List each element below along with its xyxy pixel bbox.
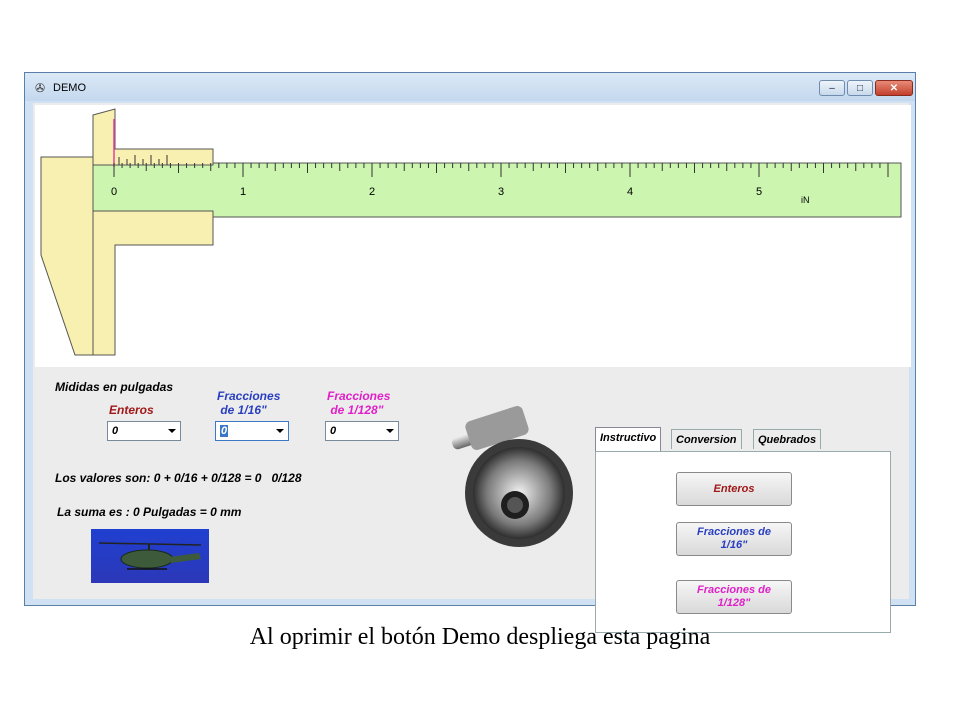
close-button[interactable]: ✕: [875, 80, 913, 96]
demo-window: ✇ DEMO – □ ✕ 0 1 2 3 4 5 iN Mididas en p…: [24, 72, 916, 633]
caliper-drawing: 0 1 2 3 4 5 iN: [40, 108, 902, 356]
chevron-down-icon: [168, 429, 176, 433]
helicopter-image: [91, 529, 209, 583]
tab-instructivo[interactable]: Instructivo: [595, 427, 662, 451]
caliper-beam: [90, 162, 902, 218]
fracciones16-button[interactable]: Fracciones de 1/16": [676, 522, 792, 556]
caliper-lower-jaw: [92, 210, 214, 356]
fracciones16-select[interactable]: 0: [215, 421, 289, 441]
maximize-button[interactable]: □: [847, 80, 873, 96]
minimize-button[interactable]: –: [819, 80, 845, 96]
ruler-label: 1: [240, 186, 246, 198]
ruler-label: 3: [498, 186, 504, 198]
fracciones128-value: 0: [330, 425, 337, 437]
tab-panel: Instructivo Conversion Quebrados Enteros…: [595, 427, 891, 643]
gear-icon: [452, 406, 573, 547]
app-icon: ✇: [35, 81, 46, 95]
fracciones128-button[interactable]: Fracciones de 1/128": [676, 580, 792, 614]
fracciones16-label: Fracciones de 1/16": [217, 389, 281, 417]
tab-page-instructivo: Enteros Fracciones de 1/16" Fracciones d…: [595, 451, 891, 633]
tab-quebrados[interactable]: Quebrados: [753, 429, 822, 449]
fracciones128-select[interactable]: 0: [325, 421, 399, 441]
fracciones16-value: 0: [220, 425, 229, 437]
values-summary: Los valores son: 0 + 0/16 + 0/128 = 0 0/…: [55, 471, 302, 485]
ruler-label: 0: [111, 186, 117, 198]
helicopter-icon: [98, 542, 202, 570]
title-bar[interactable]: ✇ DEMO – □ ✕: [25, 73, 915, 101]
tab-conversion[interactable]: Conversion: [671, 429, 742, 449]
caliper-fixed-jaw: [40, 156, 94, 356]
window-title: DEMO: [53, 82, 86, 94]
chevron-down-icon: [276, 429, 284, 433]
sum-result: La suma es : 0 Pulgadas = 0 mm: [57, 505, 242, 519]
ruler-label: 2: [369, 186, 375, 198]
ruler-unit: iN: [801, 195, 810, 205]
slide-caption: Al oprimir el botón Demo despliega esta …: [249, 624, 711, 650]
caliper-upper-jaw: [92, 108, 214, 166]
client-area: 0 1 2 3 4 5 iN Mididas en pulgadas Enteros 0 …: [33, 103, 911, 633]
ruler-label: 4: [627, 186, 633, 198]
fracciones128-label: Fracciones de 1/128": [327, 389, 391, 417]
chevron-down-icon: [386, 429, 394, 433]
measures-heading: Mididas en pulgadas: [55, 380, 174, 394]
enteros-button[interactable]: Enteros: [676, 472, 792, 506]
gear-image: [423, 393, 583, 553]
enteros-value: 0: [112, 425, 119, 437]
enteros-label: Enteros: [109, 403, 154, 417]
caliper-area: 0 1 2 3 4 5 iN: [35, 105, 911, 367]
enteros-select[interactable]: 0: [107, 421, 181, 441]
ruler-label: 5: [756, 186, 762, 198]
